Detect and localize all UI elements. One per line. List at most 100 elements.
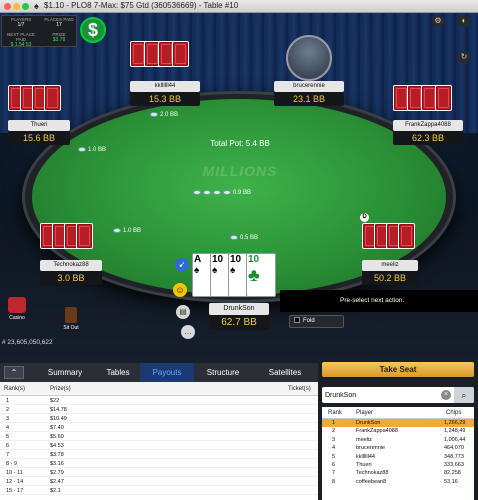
chips-cell: 53,16 [444,478,458,485]
sit-out-button[interactable]: Sit Out [60,307,82,331]
rank-cell: 1 [6,398,10,404]
rank-cell: 3 [6,416,10,422]
gear-icon[interactable]: ⚙ [432,15,444,27]
player-stack: 15.3 BB [130,92,200,106]
table-row: 6 $4.53 [0,441,318,450]
table-row: 5 $5.60 [0,432,318,441]
cashier-dollar-icon[interactable]: $ [80,17,106,43]
club-icon: ♣ [248,265,260,285]
next-place-label: NEXT PLACE PAID [7,32,35,42]
tab-satellites[interactable]: Satellites [252,363,318,382]
sit-out-label: Sit Out [63,325,79,331]
rocket-icon[interactable]: ➹ [175,258,189,272]
prize-cell: $10.49 [50,416,67,422]
chips-cell: 1,006,44 [444,436,466,443]
chat-icon[interactable]: ◐ [458,15,470,27]
player-search: × ⌕ [322,387,474,403]
col-rank: Rank [328,410,343,416]
player-cell: Technokaz88 [356,470,389,477]
table-row[interactable]: 6 Thueri 333,663 [322,461,474,469]
table-row: 8 - 9 $3.16 [0,459,318,468]
spade-icon: ♠ [34,1,39,11]
tab-summary[interactable]: Summary [34,363,96,382]
chip-icon [230,235,238,240]
notes-icon[interactable]: ▤ [176,305,190,319]
felt-logo: MILLIONS [202,163,278,179]
chip-icon [213,190,221,195]
dealer-button: D [360,213,369,222]
zoom-window-button[interactable] [22,3,29,10]
chips-cell: 1,266,29 [444,420,466,426]
chip-icon [150,112,158,117]
table-row[interactable]: 8 coffeebean8 53,16 [322,478,474,486]
minimize-window-button[interactable] [13,3,20,10]
chip-icon [223,190,231,195]
prize-value: $3.78 [52,37,66,43]
opponent-cards [130,41,200,81]
fold-label: Fold [303,318,315,324]
chair-icon [65,307,77,323]
prize-cell: $3.16 [50,461,64,467]
right-panel: Take Seat × ⌕ Rank Player Chips 1 DrunkSo… [318,362,478,500]
player-rows: 1 DrunkSon 1,266,29 2 FrankZappa4088 1,248,49… [322,419,474,486]
player-name: Thueri [8,120,70,131]
players-table: Rank Player Chips 1 DrunkSon 1,266,29 2 Fran… [322,407,474,500]
tab-tables[interactable]: Tables [96,363,140,382]
player-search-input[interactable] [325,389,443,401]
emoji-icon[interactable]: ☺ [173,283,187,297]
table-row[interactable]: 1 DrunkSon 1,266,29 [322,419,474,428]
table-row: 12 - 14 $2.47 [0,477,318,486]
tab-structure[interactable]: Structure [194,363,252,382]
bottom-panel: ⌃ Summary Tables Payouts Structure Satel… [0,362,478,500]
hero-stack: 62.7 BB [209,315,269,330]
opponent-cards [393,85,463,125]
player-cell: kkllllll44 [356,453,375,460]
payout-rows: 1 $22 2 $14.78 3 $10.49 4 $7.40 5 $5.60 6 $4.53 7 $3.… [0,396,318,495]
rank-cell: 4 [332,445,336,452]
spade-icon: ♠ [230,265,236,276]
rank-cell: 8 [332,478,336,485]
col-prizes: Prize(s) [50,386,71,392]
collapse-icon[interactable]: ⌃ [4,366,24,379]
search-icon[interactable]: ⌕ [454,387,474,403]
chat-bubble-icon[interactable]: … [181,325,195,339]
chip-icon [193,190,201,195]
rebuy-icon[interactable]: ↻ [458,51,470,63]
clear-search-icon[interactable]: × [441,390,451,400]
table-row: 3 $10.49 [0,414,318,423]
rank-cell: 4 [6,425,10,431]
card-rank: A [194,254,202,265]
seat-thueri[interactable]: Thueri 15.6 BB [8,85,78,145]
table-row[interactable]: 2 FrankZappa4088 1,248,49 [322,427,474,435]
player-stack: 62.3 BB [393,131,463,145]
tab-payouts[interactable]: Payouts [140,363,194,382]
fold-checkbox[interactable]: Fold [289,315,344,328]
casino-button[interactable]: Casino [6,297,28,321]
bet-amount: 0.5 BB [240,235,259,242]
bet-technokaz88: 1.0 BB [113,228,141,234]
bet-amount: 1.0 BB [88,147,107,154]
table-row: 1 $22 [0,396,318,405]
rank-cell: 6 [332,461,336,468]
bet-thueri: 1.0 BB [78,147,106,153]
spade-icon: ♠ [194,265,200,276]
table-row[interactable]: 3 meeliz 1,006,44 [322,436,474,444]
close-window-button[interactable] [4,3,11,10]
seat-technokaz88[interactable]: Technokaz88 3.0 BB [40,223,110,285]
pot-chips: 0.9 BB [193,190,251,196]
seat-meeliz[interactable]: meeliz 50.2 BB [362,223,432,285]
seat-frankzappa4088[interactable]: FrankZappa4088 62.3 BB [393,85,463,145]
prize-cell: $5.60 [50,434,64,440]
bet-hero: 0.5 BB [230,235,258,241]
player-cell: FrankZappa4088 [356,428,398,435]
table-row[interactable]: 5 kkllllll44 348,773 [322,453,474,461]
table-row[interactable]: 7 Technokaz88 82,258 [322,469,474,477]
rank-cell: 7 [332,470,336,477]
take-seat-button[interactable]: Take Seat [322,362,474,377]
col-chips: Chips [446,410,462,416]
spade-icon: ♠ [212,265,218,276]
chips-cell: 348,773 [444,453,464,460]
rank-cell: 2 [6,407,10,413]
table-row[interactable]: 4 brucerennie 464,070 [322,444,474,452]
seat-kkllllll44[interactable]: kkllllll44 15.3 BB [130,41,200,106]
